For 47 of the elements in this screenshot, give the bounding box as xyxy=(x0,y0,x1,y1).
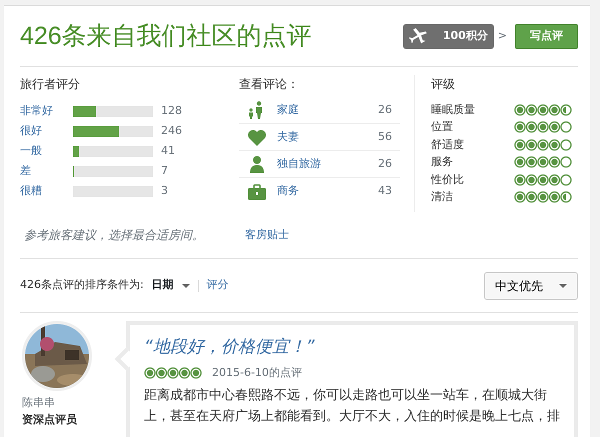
traveler-type-link[interactable]: 家庭 xyxy=(277,102,378,118)
heart-icon xyxy=(247,128,267,146)
sort-option[interactable]: 日期 xyxy=(152,277,190,294)
section-heading: 旅行者评分 xyxy=(20,76,81,93)
rating-link[interactable]: 很糟 xyxy=(20,182,73,200)
airplane-icon xyxy=(408,28,427,44)
briefcase-icon xyxy=(247,182,267,200)
user-level: 资深点评员 xyxy=(22,412,78,428)
rating-count: 41 xyxy=(161,142,175,159)
tip-text: 参考旅客建议，选择最合适房间。 xyxy=(24,227,205,244)
grade-label: 清洁 xyxy=(431,189,453,205)
grade-label: 睡眠质量 xyxy=(431,102,475,118)
rating-count: 3 xyxy=(161,182,168,199)
review-count: 56 xyxy=(378,128,392,145)
sort-option[interactable]: 评分 xyxy=(206,277,229,294)
points-button[interactable]: 100积分 xyxy=(402,24,494,48)
language-dropdown[interactable]: 中文优先 xyxy=(484,272,578,300)
room-tips-link[interactable]: 客房贴士 xyxy=(245,226,289,244)
section-heading: 评级 xyxy=(431,76,456,93)
traveler-type-link[interactable]: 独自旅游 xyxy=(277,156,378,172)
review-count: 26 xyxy=(378,102,392,118)
rating-link[interactable]: 很好 xyxy=(20,122,73,140)
review-count: 26 xyxy=(378,156,392,172)
rating-link[interactable]: 一般 xyxy=(20,142,73,160)
review-title: “地段好，价格便宜！” xyxy=(144,336,316,359)
traveler-type-link[interactable]: 商务 xyxy=(277,183,378,200)
rating-count: 128 xyxy=(161,102,182,119)
review-text: 上，甚至在天府广场上都能看到。大厅不大，入住的时候是晚上七点，排 xyxy=(144,408,560,426)
arrow-text: > xyxy=(498,28,507,44)
rating-count: 246 xyxy=(161,122,182,139)
write-review-button[interactable]: 写点评 xyxy=(515,24,578,48)
grade-label: 位置 xyxy=(431,119,453,135)
review-text: 距离成都市中心春熙路不远，你可以走路也可以坐一站车，在顺城大街 xyxy=(144,387,548,405)
grade-label: 服务 xyxy=(431,154,453,170)
grade-label: 舒适度 xyxy=(431,136,464,152)
rating-link[interactable]: 差 xyxy=(20,162,73,180)
section-heading: 查看评论： xyxy=(239,76,300,93)
page-title: 426条来自我们社区的点评 xyxy=(20,21,312,51)
traveler-type-link[interactable]: 夫妻 xyxy=(277,128,378,146)
rating-count: 7 xyxy=(161,162,168,179)
person-icon xyxy=(247,155,267,173)
rating-link[interactable]: 非常好 xyxy=(20,102,73,120)
sort-label: 426条点评的排序条件为: xyxy=(20,277,144,294)
review-date: 2015-6-10的点评 xyxy=(212,364,302,380)
user-name: 陈串串 xyxy=(22,395,56,411)
review-count: 43 xyxy=(378,183,392,200)
grade-label: 性价比 xyxy=(431,172,464,188)
